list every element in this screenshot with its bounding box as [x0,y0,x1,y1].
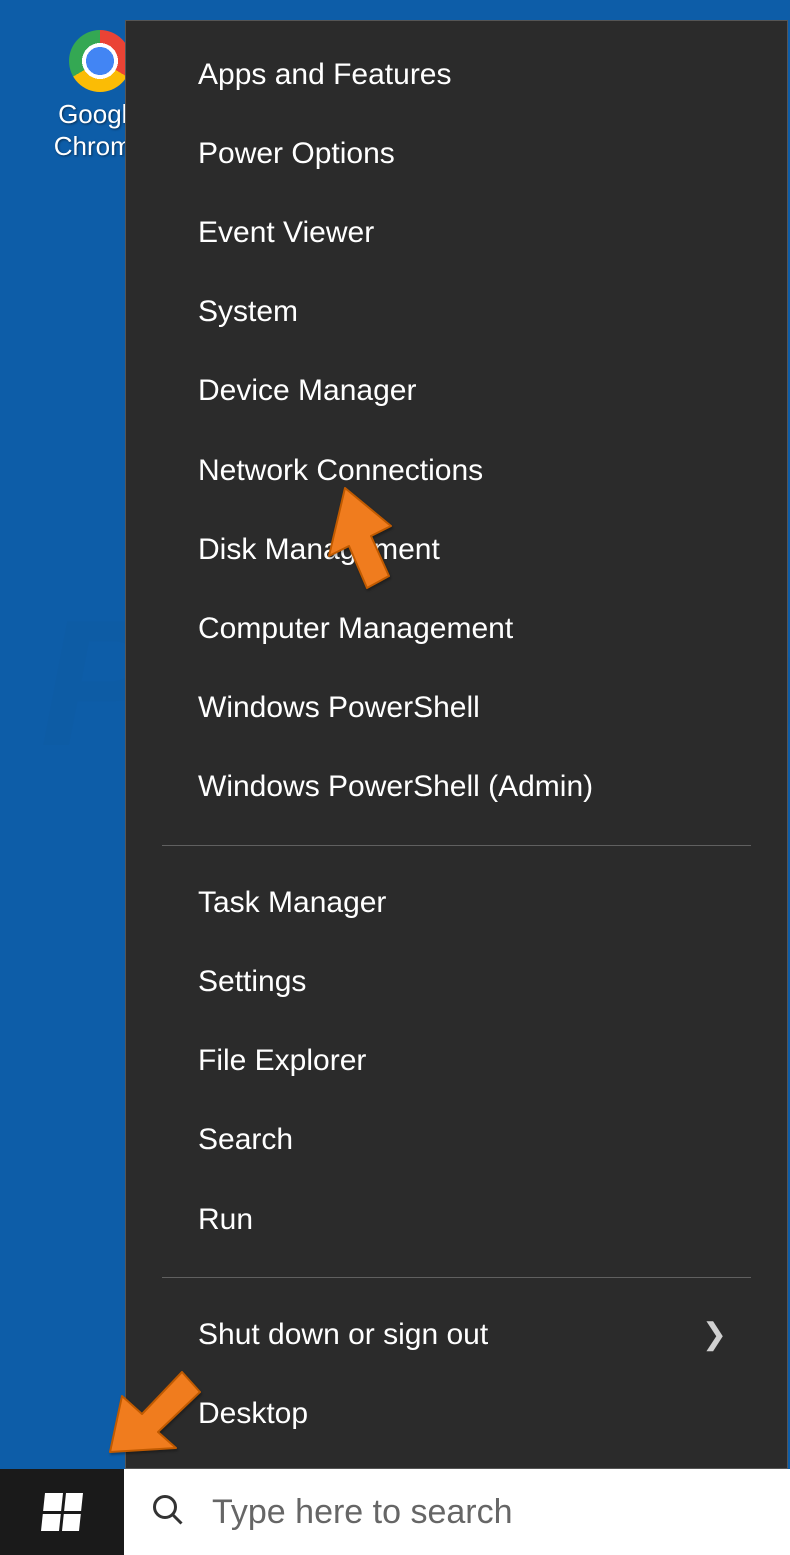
menu-item-run[interactable]: Run [126,1194,787,1246]
menu-item-label: System [198,294,298,330]
menu-separator [162,1277,751,1278]
menu-item-label: Run [198,1202,253,1238]
menu-item-label: Event Viewer [198,215,374,251]
chevron-right-icon: ❯ [702,1317,727,1353]
menu-item-label: Apps and Features [198,57,452,93]
menu-item-computer-management[interactable]: Computer Management [126,603,787,655]
menu-item-system[interactable]: System [126,286,787,338]
menu-item-settings[interactable]: Settings [126,956,787,1008]
menu-item-label: Computer Management [198,611,513,647]
winx-context-menu: Apps and Features Power Options Event Vi… [125,20,788,1469]
menu-separator [162,845,751,846]
menu-item-label: File Explorer [198,1043,366,1079]
menu-item-desktop[interactable]: Desktop [126,1388,787,1440]
menu-item-shut-down-or-sign-out[interactable]: Shut down or sign out ❯ [126,1309,787,1361]
menu-item-windows-powershell[interactable]: Windows PowerShell [126,682,787,734]
menu-item-label: Disk Management [198,532,440,568]
menu-item-label: Windows PowerShell (Admin) [198,769,593,805]
start-button[interactable] [0,1469,124,1555]
menu-item-label: Desktop [198,1396,308,1432]
menu-item-file-explorer[interactable]: File Explorer [126,1035,787,1087]
menu-item-device-manager[interactable]: Device Manager [126,365,787,417]
taskbar [0,1469,790,1555]
search-input[interactable] [212,1493,764,1532]
chrome-icon [69,30,131,92]
menu-item-network-connections[interactable]: Network Connections [126,445,787,497]
windows-logo-icon [41,1493,83,1531]
taskbar-search[interactable] [124,1469,790,1555]
menu-item-label: Search [198,1122,293,1158]
menu-item-disk-management[interactable]: Disk Management [126,524,787,576]
menu-item-task-manager[interactable]: Task Manager [126,877,787,929]
menu-item-label: Settings [198,964,306,1000]
menu-item-label: Shut down or sign out [198,1317,488,1353]
menu-item-windows-powershell-admin[interactable]: Windows PowerShell (Admin) [126,761,787,813]
menu-item-label: Device Manager [198,373,416,409]
menu-item-search[interactable]: Search [126,1114,787,1166]
menu-item-label: Task Manager [198,885,386,921]
menu-item-label: Network Connections [198,453,483,489]
menu-item-event-viewer[interactable]: Event Viewer [126,207,787,259]
search-icon [150,1492,186,1533]
menu-item-label: Windows PowerShell [198,690,480,726]
menu-item-label: Power Options [198,136,395,172]
menu-item-power-options[interactable]: Power Options [126,128,787,180]
menu-item-apps-and-features[interactable]: Apps and Features [126,49,787,101]
